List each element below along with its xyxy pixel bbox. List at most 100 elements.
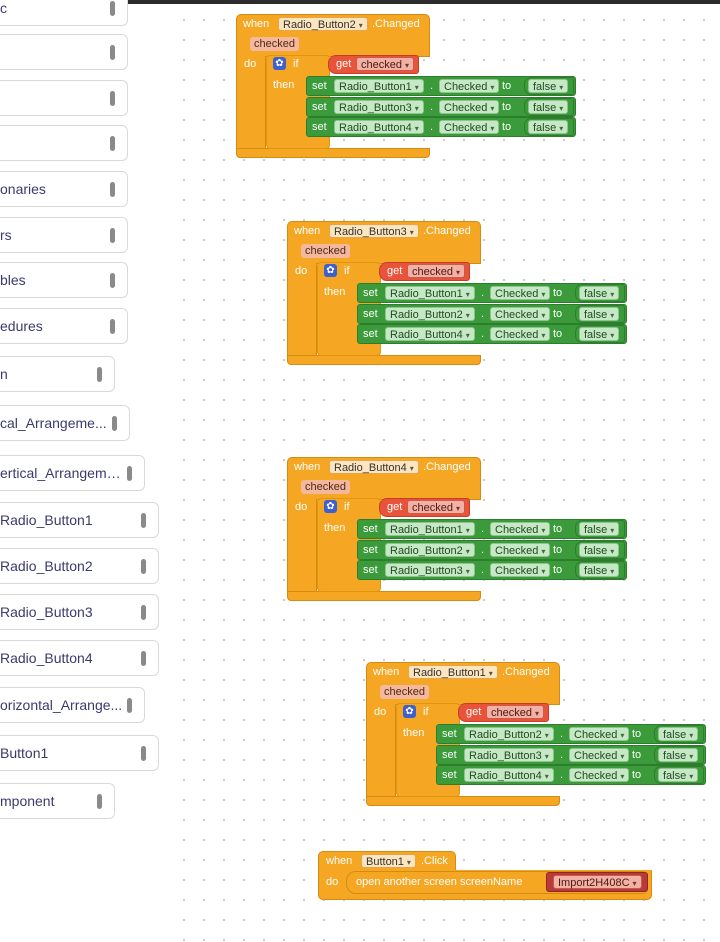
drag-handle-icon[interactable] bbox=[112, 415, 117, 431]
component-dropdown[interactable]: Radio_Button2 ▾ bbox=[278, 17, 368, 31]
drag-handle-icon[interactable] bbox=[110, 227, 115, 243]
palette-item[interactable] bbox=[0, 125, 128, 161]
boolean-dropdown[interactable]: false ▾ bbox=[658, 768, 699, 782]
palette-item-screen[interactable]: n bbox=[0, 356, 115, 392]
setter-component-dropdown[interactable]: Radio_Button1 ▾ bbox=[385, 286, 475, 300]
drag-handle-icon[interactable] bbox=[141, 745, 146, 761]
setter-property-dropdown[interactable]: Checked ▾ bbox=[490, 327, 551, 341]
setter-property-dropdown-text: Checked bbox=[574, 749, 618, 762]
setter-property-dropdown[interactable]: Checked ▾ bbox=[439, 99, 500, 114]
setter-property-dropdown[interactable]: Checked ▾ bbox=[490, 563, 551, 577]
component-dropdown[interactable]: Radio_Button1 ▾ bbox=[408, 665, 498, 679]
setter-component-dropdown[interactable]: Radio_Button4 ▾ bbox=[464, 768, 554, 782]
boolean-dropdown[interactable]: false ▾ bbox=[528, 120, 569, 134]
setter-property-dropdown[interactable]: Checked ▾ bbox=[490, 522, 551, 536]
setter-property-dropdown[interactable]: Checked ▾ bbox=[439, 120, 500, 134]
palette-item-label: orizontal_Arrange... bbox=[0, 697, 123, 713]
palette-item-procedures[interactable]: edures bbox=[0, 308, 128, 344]
setter-property-dropdown[interactable]: Checked ▾ bbox=[490, 542, 551, 557]
setter-component-dropdown[interactable]: Radio_Button2 ▾ bbox=[464, 727, 554, 741]
setter-component-dropdown[interactable]: Radio_Button4 ▾ bbox=[385, 327, 475, 341]
palette-item-radio-button1[interactable]: Radio_Button1 bbox=[0, 502, 159, 538]
component-dropdown[interactable]: Button1 ▾ bbox=[361, 854, 416, 868]
palette-item-vertical-arrangement[interactable]: cal_Arrangeme... bbox=[0, 405, 130, 441]
drag-handle-icon[interactable] bbox=[97, 793, 102, 809]
drag-handle-icon[interactable] bbox=[97, 366, 102, 382]
setter-component-dropdown[interactable]: Radio_Button3 ▾ bbox=[334, 99, 424, 114]
boolean-dropdown[interactable]: false ▾ bbox=[579, 286, 620, 300]
boolean-dropdown[interactable]: false ▾ bbox=[658, 747, 699, 762]
palette-item[interactable]: c bbox=[0, 0, 128, 26]
boolean-dropdown[interactable]: false ▾ bbox=[579, 563, 620, 577]
to-label: to bbox=[553, 328, 563, 340]
boolean-dropdown[interactable]: false ▾ bbox=[579, 542, 620, 557]
variable-dropdown[interactable]: checked ▾ bbox=[356, 57, 414, 71]
palette-item-horizontal-arrangement[interactable]: orizontal_Arrange... bbox=[0, 687, 145, 723]
component-dropdown[interactable]: Radio_Button4 ▾ bbox=[329, 460, 419, 474]
setter-component-dropdown[interactable]: Radio_Button4 ▾ bbox=[334, 120, 424, 134]
setter-property-dropdown[interactable]: Checked ▾ bbox=[490, 306, 551, 321]
component-dropdown-text: Radio_Button1 bbox=[413, 667, 486, 679]
chevron-down-icon: ▾ bbox=[610, 310, 615, 320]
variable-dropdown[interactable]: checked ▾ bbox=[407, 264, 465, 278]
setter-component-dropdown[interactable]: Radio_Button3 ▾ bbox=[385, 563, 475, 577]
event-parameter-checked[interactable]: checked bbox=[250, 37, 299, 51]
drag-handle-icon[interactable] bbox=[110, 272, 115, 288]
dot-label: . bbox=[430, 80, 434, 92]
drag-handle-icon[interactable] bbox=[110, 0, 115, 16]
palette-item-button1[interactable]: Button1 bbox=[0, 735, 159, 771]
palette-item-variables[interactable]: bles bbox=[0, 262, 128, 298]
setter-property-dropdown[interactable]: Checked ▾ bbox=[569, 727, 630, 741]
boolean-dropdown-text: false bbox=[663, 749, 687, 762]
variable-dropdown[interactable]: checked ▾ bbox=[486, 705, 544, 719]
palette-item-radio-button4[interactable]: Radio_Button4 bbox=[0, 640, 159, 676]
palette-item-colors[interactable]: rs bbox=[0, 217, 128, 253]
setter-property-dropdown[interactable]: Checked ▾ bbox=[569, 768, 630, 782]
drag-handle-icon[interactable] bbox=[127, 465, 132, 481]
drag-handle-icon[interactable] bbox=[110, 135, 115, 151]
event-parameter-checked[interactable]: checked bbox=[301, 480, 350, 494]
boolean-dropdown[interactable]: false ▾ bbox=[579, 306, 620, 321]
event-parameter-checked[interactable]: checked bbox=[301, 244, 350, 258]
palette-item[interactable] bbox=[0, 80, 128, 116]
setter-component-dropdown[interactable]: Radio_Button3 ▾ bbox=[464, 747, 554, 762]
variable-dropdown[interactable]: checked ▾ bbox=[407, 500, 465, 514]
drag-handle-icon[interactable] bbox=[110, 181, 115, 197]
screen-name-dropdown[interactable]: Import2H408C ▾ bbox=[553, 875, 642, 889]
drag-handle-icon[interactable] bbox=[141, 604, 146, 620]
setter-property-dropdown-text: Checked bbox=[444, 101, 488, 114]
drag-handle-icon[interactable] bbox=[110, 318, 115, 334]
palette-item[interactable] bbox=[0, 34, 128, 70]
gear-icon[interactable]: ✿ bbox=[403, 705, 416, 718]
gear-icon[interactable]: ✿ bbox=[324, 264, 337, 277]
drag-handle-icon[interactable] bbox=[127, 697, 132, 713]
drag-handle-icon[interactable] bbox=[110, 44, 115, 60]
boolean-dropdown[interactable]: false ▾ bbox=[528, 79, 569, 93]
palette-item-dictionaries[interactable]: onaries bbox=[0, 171, 128, 207]
boolean-dropdown[interactable]: false ▾ bbox=[658, 727, 699, 741]
setter-component-dropdown[interactable]: Radio_Button2 ▾ bbox=[385, 306, 475, 321]
setter-property-dropdown[interactable]: Checked ▾ bbox=[490, 286, 551, 300]
drag-handle-icon[interactable] bbox=[110, 90, 115, 106]
palette-item-vertical-arrangement-2[interactable]: ertical_Arrangeme... bbox=[0, 455, 145, 491]
set-label: set bbox=[442, 748, 457, 761]
boolean-dropdown[interactable]: false ▾ bbox=[579, 522, 620, 536]
setter-component-dropdown[interactable]: Radio_Button1 ▾ bbox=[385, 522, 475, 536]
setter-component-dropdown[interactable]: Radio_Button2 ▾ bbox=[385, 542, 475, 557]
when-label: when bbox=[373, 666, 400, 678]
palette-item-radio-button2[interactable]: Radio_Button2 bbox=[0, 548, 159, 584]
drag-handle-icon[interactable] bbox=[141, 512, 146, 528]
drag-handle-icon[interactable] bbox=[141, 558, 146, 574]
setter-component-dropdown[interactable]: Radio_Button1 ▾ bbox=[334, 79, 424, 93]
gear-icon[interactable]: ✿ bbox=[324, 500, 337, 513]
palette-item-radio-button3[interactable]: Radio_Button3 bbox=[0, 594, 159, 630]
setter-property-dropdown[interactable]: Checked ▾ bbox=[439, 79, 500, 93]
drag-handle-icon[interactable] bbox=[141, 650, 146, 666]
boolean-dropdown[interactable]: false ▾ bbox=[579, 327, 620, 341]
setter-property-dropdown[interactable]: Checked ▾ bbox=[569, 747, 630, 762]
palette-item-any-component[interactable]: mponent bbox=[0, 783, 115, 819]
gear-icon[interactable]: ✿ bbox=[273, 57, 286, 70]
boolean-dropdown[interactable]: false ▾ bbox=[528, 99, 569, 114]
event-parameter-checked[interactable]: checked bbox=[380, 685, 429, 699]
component-dropdown[interactable]: Radio_Button3 ▾ bbox=[329, 224, 419, 238]
